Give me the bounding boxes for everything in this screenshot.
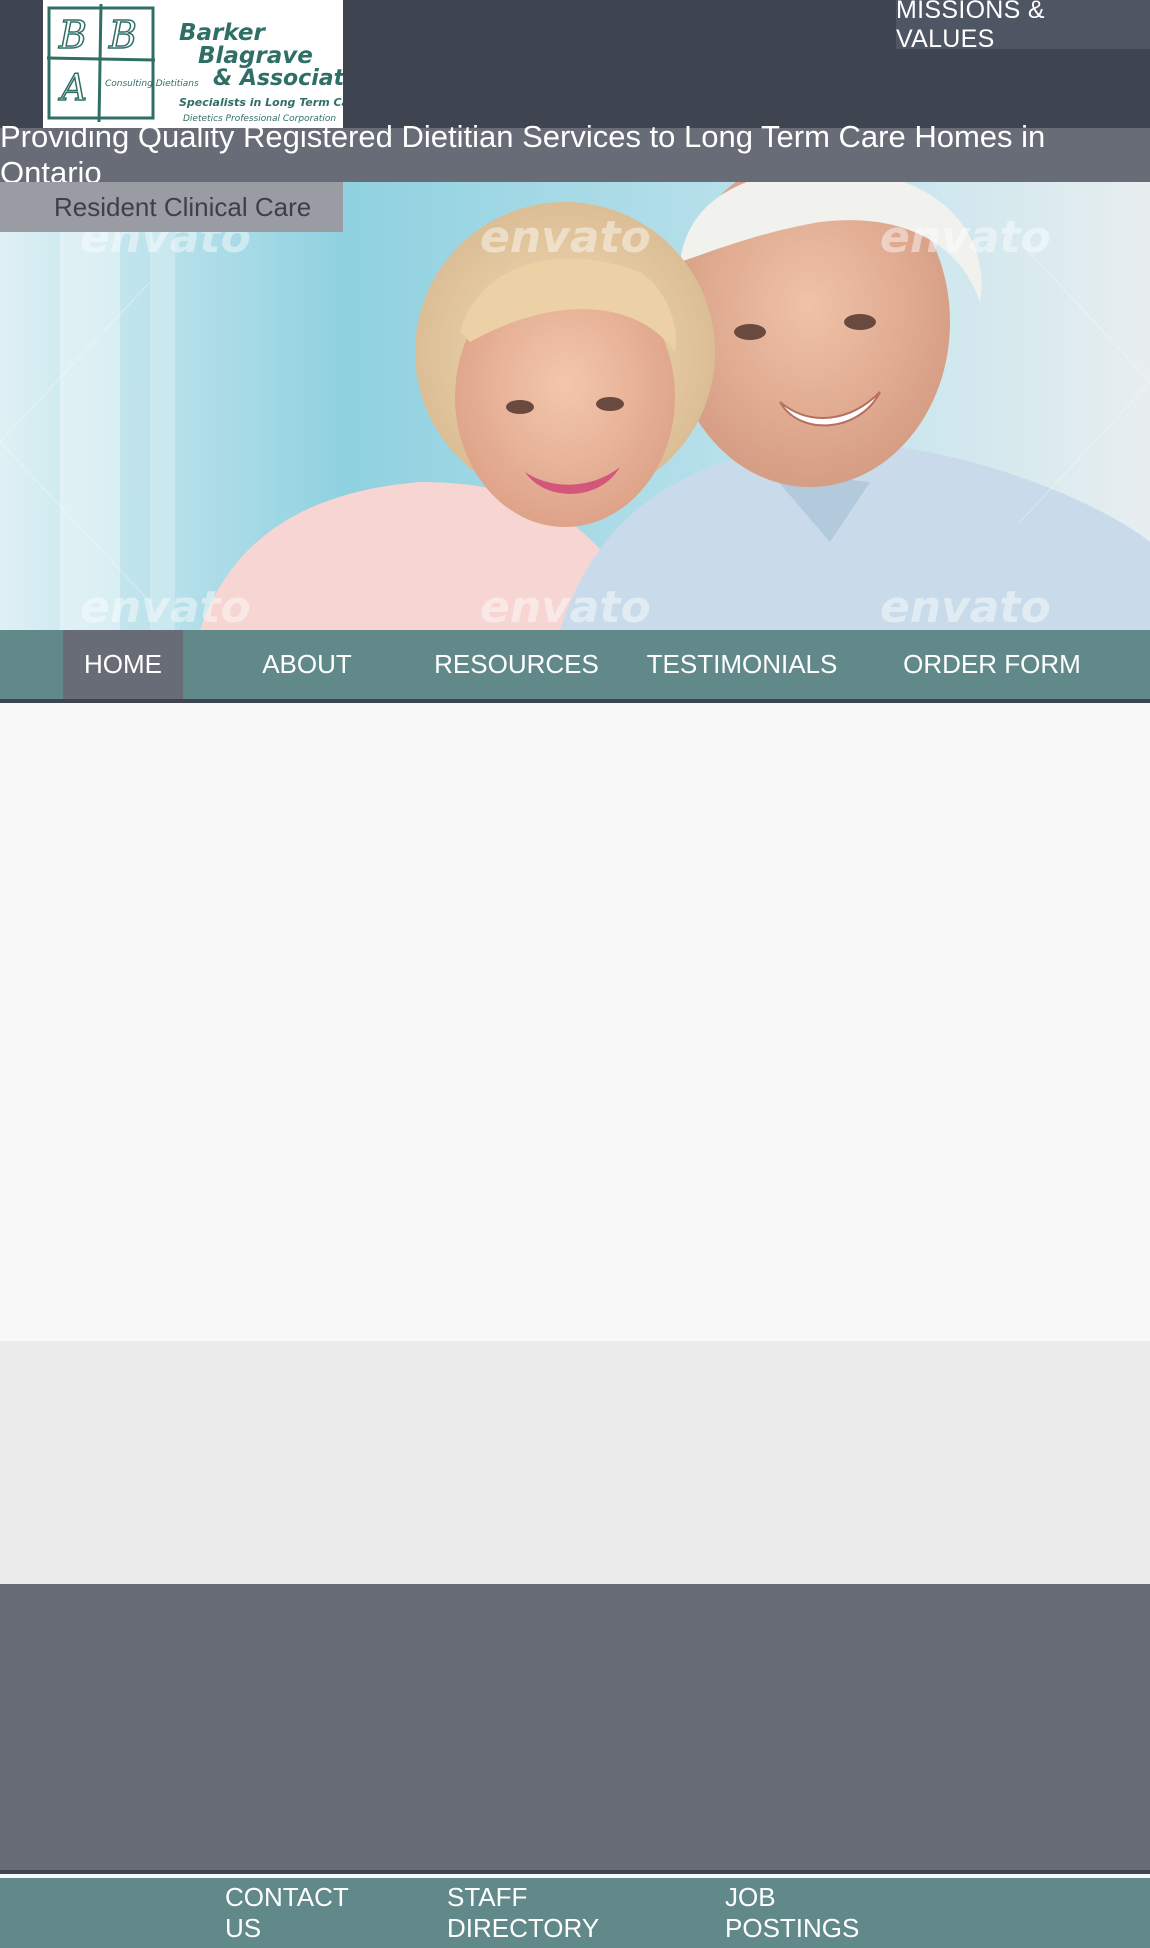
site-tagline: Providing Quality Registered Dietitian S… <box>0 119 1150 190</box>
secondary-content-band <box>0 1341 1150 1584</box>
nav-testimonials[interactable]: TESTIMONIALS <box>647 630 838 699</box>
nav-order-form[interactable]: ORDER FORM <box>900 630 1084 699</box>
svg-text:A: A <box>58 68 87 109</box>
logo-line-3: & Associates <box>213 66 343 91</box>
footer-navigation: CONTACT US STAFF DIRECTORY JOB POSTINGS <box>0 1878 1150 1948</box>
svg-text:B: B <box>108 13 137 57</box>
nav-home[interactable]: HOME <box>63 630 183 699</box>
footer-content-band <box>0 1584 1150 1874</box>
main-navigation: HOME ABOUT RESOURCES TESTIMONIALS ORDER … <box>0 630 1150 703</box>
hero-image: envato envato envato envato envato envat… <box>0 182 1150 630</box>
site-header: B B A Consulting Dietitians Barker Blagr… <box>0 0 1150 128</box>
svg-text:B: B <box>58 13 87 57</box>
footer-job-postings[interactable]: JOB POSTINGS <box>725 1878 905 1948</box>
nav-about[interactable]: ABOUT <box>245 630 369 699</box>
main-content-area <box>0 707 1150 1341</box>
logo-monogram-text: Consulting Dietitians <box>105 79 199 89</box>
senior-couple-photo: envato envato envato envato envato envat… <box>0 182 1150 630</box>
svg-text:envato: envato <box>480 582 651 630</box>
nav-resources[interactable]: RESOURCES <box>434 630 599 699</box>
footer-contact-us[interactable]: CONTACT US <box>225 1878 380 1948</box>
hero-service-label: Resident Clinical Care <box>0 182 343 232</box>
svg-text:envato: envato <box>480 212 651 263</box>
footer-staff-directory[interactable]: STAFF DIRECTORY <box>447 1878 661 1948</box>
svg-text:envato: envato <box>880 212 1051 263</box>
missions-values-link[interactable]: MISSIONS & VALUES <box>896 0 1150 53</box>
svg-text:envato: envato <box>880 582 1051 630</box>
svg-text:envato: envato <box>80 582 251 630</box>
company-logo[interactable]: B B A Consulting Dietitians Barker Blagr… <box>43 0 343 128</box>
logo-line-4: Specialists in Long Term Care <box>179 96 343 109</box>
logo-graphic: B B A Consulting Dietitians Barker Blagr… <box>46 3 343 124</box>
